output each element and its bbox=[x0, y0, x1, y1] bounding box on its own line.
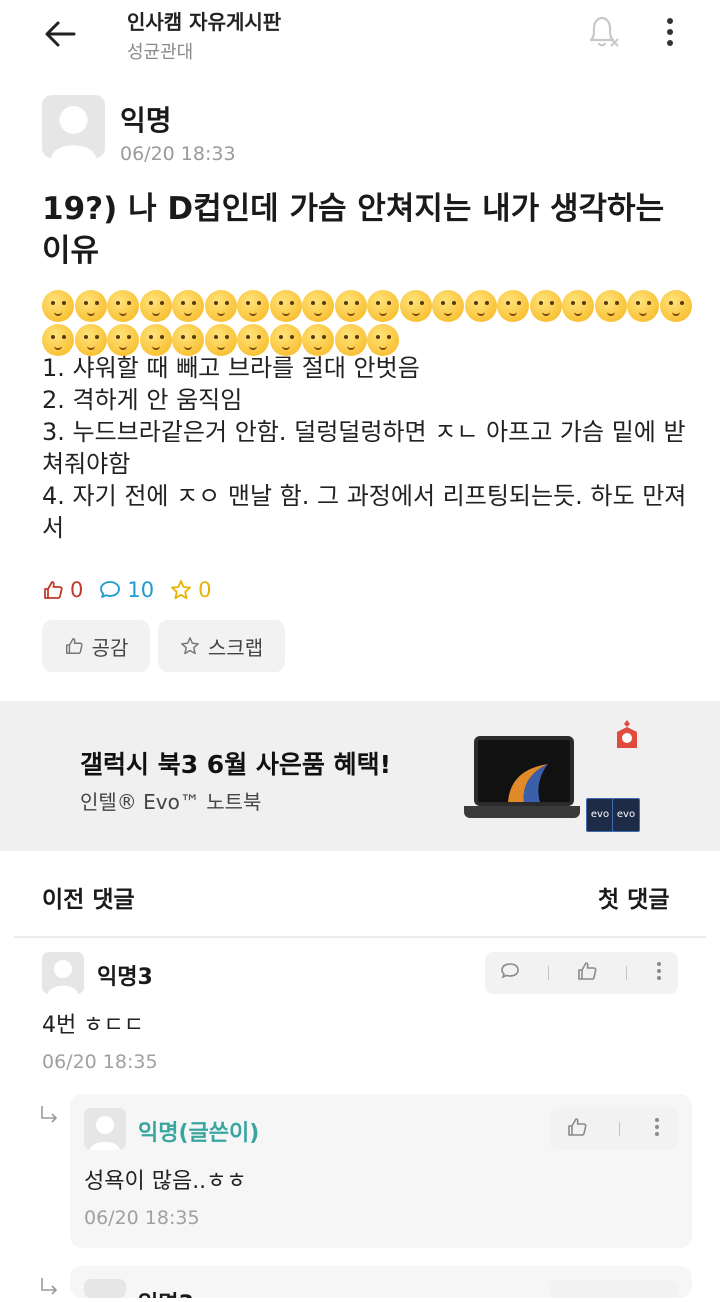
emoji-icon bbox=[464, 290, 497, 322]
comment-author: 익명3 bbox=[97, 965, 153, 990]
reply-author: 익명3 bbox=[138, 1286, 194, 1298]
emoji-icon bbox=[172, 290, 204, 322]
more-menu-button[interactable] bbox=[656, 14, 684, 52]
notification-toggle[interactable] bbox=[584, 12, 622, 52]
comment-stat: 10 bbox=[99, 578, 154, 602]
scrap-stat: 0 bbox=[170, 578, 211, 602]
ad-logo-icon bbox=[612, 718, 642, 750]
user-silhouette-icon bbox=[48, 960, 78, 994]
intel-evo-badge: evo bbox=[586, 798, 614, 832]
author-avatar bbox=[42, 95, 105, 158]
thumbs-up-icon bbox=[44, 581, 63, 599]
speech-bubble-icon bbox=[100, 581, 121, 598]
emoji-icon bbox=[432, 290, 464, 322]
like-stat: 0 bbox=[42, 578, 83, 602]
scrap-count: 0 bbox=[198, 578, 212, 602]
star-icon bbox=[180, 637, 199, 655]
reply-actions bbox=[550, 1280, 678, 1298]
intel-evo-badge: evo bbox=[612, 798, 640, 832]
thumbs-up-icon[interactable] bbox=[576, 960, 598, 986]
separator bbox=[548, 966, 550, 980]
post-time: 06/20 18:33 bbox=[120, 143, 236, 165]
like-button[interactable]: 공감 bbox=[42, 620, 150, 672]
reply-actions bbox=[550, 1108, 678, 1150]
separator bbox=[619, 1122, 621, 1136]
board-title: 인사캠 자유게시판 bbox=[127, 10, 282, 34]
user-silhouette-icon bbox=[51, 106, 96, 158]
post-title: 19?) 나 D컵인데 가슴 안쳐지는 내가 생각하는 이유 bbox=[42, 191, 665, 269]
more-vertical-icon bbox=[667, 18, 673, 46]
post-body: 1. 샤워할 때 빼고 브라를 절대 안벗음 2. 격하게 안 움직임 3. 누… bbox=[42, 354, 687, 542]
divider bbox=[14, 936, 706, 938]
scrap-button-label: 스크랩 bbox=[207, 635, 264, 660]
post-stats: 0 10 0 bbox=[42, 578, 211, 602]
thumbs-up-icon bbox=[65, 638, 83, 654]
comment-actions bbox=[485, 952, 678, 994]
emoji-icon bbox=[237, 290, 269, 322]
emoji-icon bbox=[42, 290, 74, 322]
emoji-icon bbox=[659, 290, 692, 322]
emoji-icon bbox=[107, 290, 139, 322]
emoji-icon bbox=[334, 290, 367, 322]
previous-comments-link[interactable]: 이전 댓글 bbox=[42, 880, 135, 914]
comment-time: 06/20 18:35 bbox=[42, 1051, 158, 1073]
emoji-icon bbox=[74, 290, 107, 322]
comment-text: 4번 ㅎㄷㄷ bbox=[42, 1013, 144, 1038]
separator bbox=[625, 966, 627, 980]
emoji-icon bbox=[497, 290, 529, 322]
user-silhouette-icon bbox=[90, 1116, 120, 1150]
post-author: 익명 bbox=[120, 104, 172, 137]
emoji-icon bbox=[302, 290, 334, 322]
avatar bbox=[84, 1108, 126, 1150]
emoji-icon bbox=[139, 290, 172, 322]
reply-icon[interactable] bbox=[499, 960, 521, 986]
first-comment-link[interactable]: 첫 댓글 bbox=[598, 880, 670, 914]
comment-count: 10 bbox=[127, 578, 155, 602]
more-vertical-icon[interactable] bbox=[654, 960, 664, 986]
emoji-icon bbox=[399, 290, 432, 322]
ad-subtitle: 인텔® Evo™ 노트북 bbox=[80, 790, 262, 814]
reply-arrow-icon bbox=[38, 1104, 62, 1130]
emoji-icon bbox=[367, 290, 399, 322]
school-name: 성균관대 bbox=[127, 42, 194, 63]
avatar bbox=[84, 1279, 126, 1298]
like-count: 0 bbox=[70, 578, 84, 602]
emoji-icon bbox=[627, 290, 659, 322]
laptop-wallpaper-icon bbox=[508, 764, 548, 802]
avatar bbox=[42, 952, 84, 994]
arrow-left-icon bbox=[45, 21, 76, 47]
laptop-image bbox=[474, 736, 574, 806]
more-vertical-icon[interactable] bbox=[652, 1116, 662, 1142]
like-button-label: 공감 bbox=[91, 635, 129, 660]
emoji-row bbox=[42, 290, 692, 358]
star-icon bbox=[171, 580, 192, 600]
reply-time: 06/20 18:35 bbox=[84, 1207, 200, 1229]
bell-off-icon bbox=[589, 16, 619, 47]
emoji-icon bbox=[562, 290, 594, 322]
laptop-base bbox=[464, 806, 580, 818]
emoji-icon bbox=[269, 290, 302, 322]
thumbs-up-icon[interactable] bbox=[566, 1116, 588, 1142]
back-button[interactable] bbox=[40, 14, 80, 54]
emoji-icon bbox=[204, 290, 237, 322]
reply-author: 익명(글쓴이) bbox=[138, 1121, 260, 1146]
reply-text: 성욕이 많음..ㅎㅎ bbox=[84, 1169, 247, 1194]
emoji-icon bbox=[529, 290, 562, 322]
scrap-button[interactable]: 스크랩 bbox=[158, 620, 285, 672]
ad-title: 갤럭시 북3 6월 사은품 혜택! bbox=[80, 750, 392, 779]
emoji-icon bbox=[594, 290, 627, 322]
reply-arrow-icon bbox=[38, 1276, 62, 1302]
